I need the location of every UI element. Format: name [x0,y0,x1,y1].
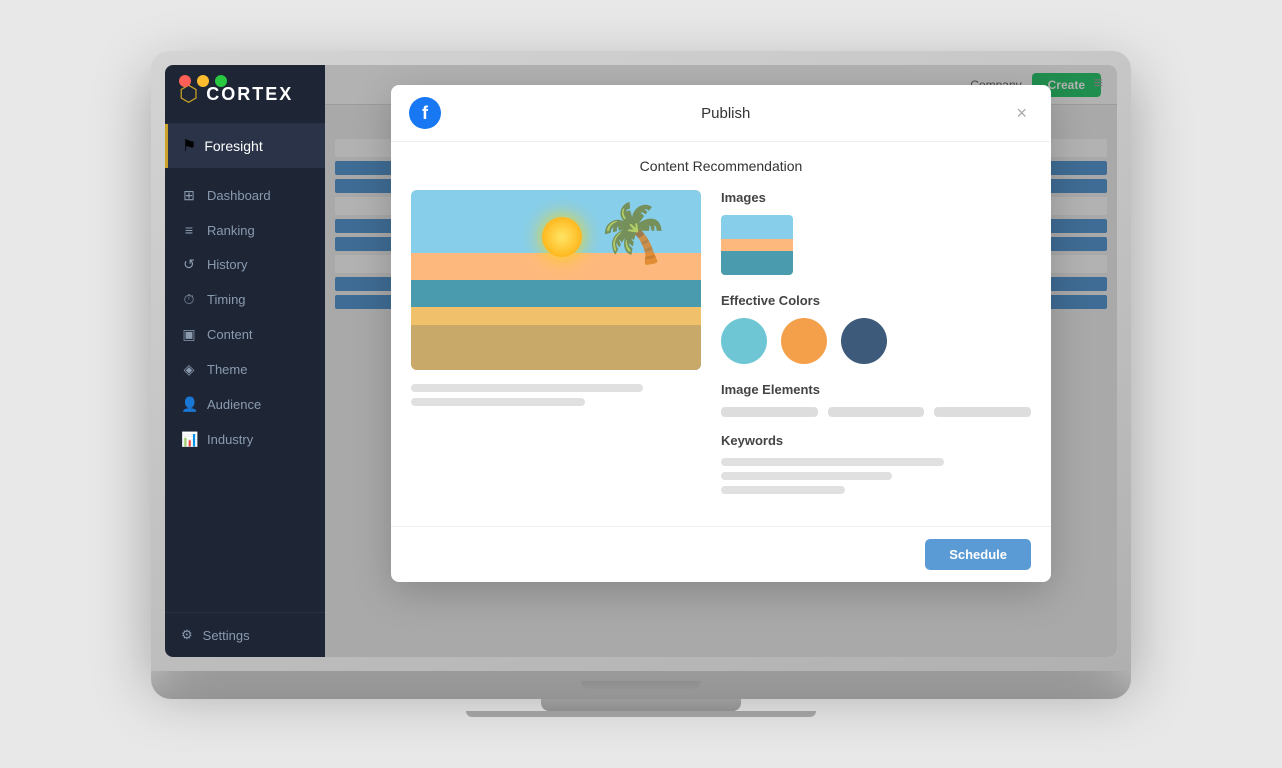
audience-label: Audience [207,397,261,412]
element-bar-3 [934,407,1031,417]
content-icon: ▣ [181,326,197,343]
modal-close-button[interactable]: × [1010,101,1033,126]
timing-icon: ⏱ [181,291,197,308]
modal-inner: 🌴 [411,190,1031,510]
keyword-lines [721,458,1031,494]
modal-title: Publish [701,105,750,122]
content-rec-title: Content Recommendation [411,158,1031,174]
sidebar-item-ranking[interactable]: ≡ Ranking [165,213,325,247]
ranking-label: Ranking [207,223,255,238]
color-orange [781,318,827,364]
laptop-notch [581,681,701,689]
history-label: History [207,257,247,272]
dashboard-label: Dashboard [207,188,271,203]
content-label: Content [207,327,253,342]
image-preview: 🌴 [411,190,701,370]
image-elements-label: Image Elements [721,382,1031,397]
keyword-line-1 [721,458,944,466]
modal-left-panel: 🌴 [411,190,701,510]
beach-sun [542,217,582,257]
sidebar: ⬡ CORTEX ⚑ Foresight ⊞ Dashboard ≡ [165,65,325,657]
beach-scene: 🌴 [411,190,701,370]
color-navy [841,318,887,364]
elements-row [721,407,1031,417]
sidebar-item-settings[interactable]: ⚙ Settings [165,612,325,657]
traffic-lights [179,75,227,87]
laptop-body: ≡ ⬡ CORTEX ⚑ Foresight ⊞ Dashb [151,51,1131,671]
foresight-icon: ⚑ [182,136,196,156]
beach-palm: 🌴 [589,191,680,279]
modal-header: f Publish × [391,85,1051,142]
modal-text-lines [411,384,701,406]
thumbnail-beach [721,215,793,275]
ranking-icon: ≡ [181,222,197,238]
laptop-base [151,671,1131,699]
publish-modal: f Publish × Content Recommendation [391,85,1051,582]
colors-row [721,318,1031,364]
images-section: Images [721,190,1031,275]
text-line-2 [411,398,585,406]
laptop-foot [466,711,816,717]
sidebar-item-content[interactable]: ▣ Content [165,317,325,352]
images-label: Images [721,190,1031,205]
timing-label: Timing [207,292,246,307]
theme-icon: ◈ [181,361,197,378]
schedule-button[interactable]: Schedule [925,539,1031,570]
modal-right-panel: Images Effective Colors [721,190,1031,510]
image-thumbnail[interactable] [721,215,793,275]
color-teal [721,318,767,364]
modal-overlay: f Publish × Content Recommendation [325,65,1117,657]
keywords-label: Keywords [721,433,1031,448]
laptop-stand [541,699,741,711]
element-bar-1 [721,407,818,417]
sidebar-item-theme[interactable]: ◈ Theme [165,352,325,387]
colors-section: Effective Colors [721,293,1031,364]
keyword-line-3 [721,486,845,494]
image-elements-section: Image Elements [721,382,1031,417]
sidebar-item-foresight[interactable]: ⚑ Foresight [165,124,325,168]
sidebar-logo: ⬡ CORTEX [165,65,325,124]
dashboard-icon: ⊞ [181,187,197,204]
facebook-icon: f [409,97,441,129]
sidebar-item-history[interactable]: ↺ History [165,247,325,282]
sidebar-item-timing[interactable]: ⏱ Timing [165,282,325,317]
modal-body: Content Recommendation 🌴 [391,142,1051,526]
modal-footer: Schedule [391,526,1051,582]
effective-colors-label: Effective Colors [721,293,1031,308]
screen-bezel: ≡ ⬡ CORTEX ⚑ Foresight ⊞ Dashb [165,65,1117,657]
minimize-button-traffic[interactable] [197,75,209,87]
settings-label: Settings [203,628,250,643]
sidebar-nav: ⊞ Dashboard ≡ Ranking ↺ History ⏱ [165,168,325,612]
sidebar-item-audience[interactable]: 👤 Audience [165,387,325,422]
keyword-line-2 [721,472,892,480]
main-content: Company Create Sat AM AM [325,65,1117,657]
element-bar-2 [828,407,925,417]
app-container: ⬡ CORTEX ⚑ Foresight ⊞ Dashboard ≡ [165,65,1117,657]
industry-label: Industry [207,432,253,447]
sidebar-item-industry[interactable]: 📊 Industry [165,422,325,457]
fullscreen-button-traffic[interactable] [215,75,227,87]
industry-icon: 📊 [181,431,197,448]
foresight-label: Foresight [204,138,262,154]
sidebar-item-dashboard[interactable]: ⊞ Dashboard [165,178,325,213]
close-button-traffic[interactable] [179,75,191,87]
keywords-section: Keywords [721,433,1031,494]
settings-icon: ⚙ [181,627,193,643]
history-icon: ↺ [181,256,197,273]
text-line-1 [411,384,643,392]
theme-label: Theme [207,362,247,377]
audience-icon: 👤 [181,396,197,413]
